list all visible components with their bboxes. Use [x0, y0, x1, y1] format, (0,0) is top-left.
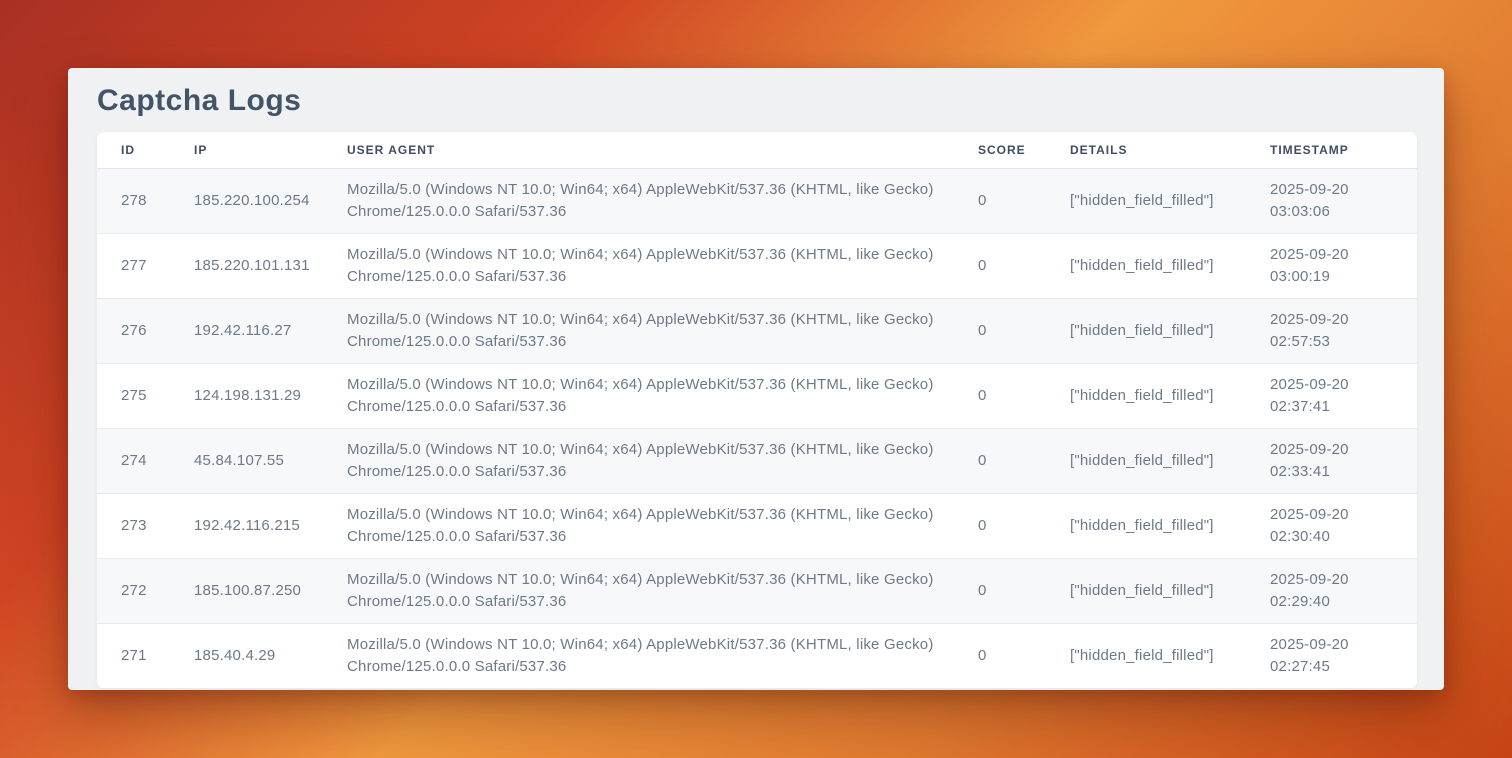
column-header-details: DETAILS — [1070, 143, 1270, 157]
cell-id: 271 — [121, 645, 194, 667]
cell-user-agent: Mozilla/5.0 (Windows NT 10.0; Win64; x64… — [347, 244, 978, 288]
table-row: 275 124.198.131.29 Mozilla/5.0 (Windows … — [97, 364, 1417, 429]
cell-user-agent: Mozilla/5.0 (Windows NT 10.0; Win64; x64… — [347, 634, 978, 678]
cell-details: ["hidden_field_filled"] — [1070, 320, 1270, 342]
cell-timestamp: 2025-09-20 02:33:41 — [1270, 439, 1393, 483]
cell-ip: 185.100.87.250 — [194, 580, 347, 602]
cell-timestamp: 2025-09-20 02:29:40 — [1270, 569, 1393, 613]
cell-timestamp: 2025-09-20 03:03:06 — [1270, 179, 1393, 223]
cell-id: 274 — [121, 450, 194, 472]
cell-timestamp: 2025-09-20 02:37:41 — [1270, 374, 1393, 418]
cell-id: 277 — [121, 255, 194, 277]
cell-user-agent: Mozilla/5.0 (Windows NT 10.0; Win64; x64… — [347, 179, 978, 223]
cell-details: ["hidden_field_filled"] — [1070, 385, 1270, 407]
column-header-score: SCORE — [978, 143, 1070, 157]
cell-user-agent: Mozilla/5.0 (Windows NT 10.0; Win64; x64… — [347, 309, 978, 353]
app-background: Captcha Logs ID IP USER AGENT SCORE DETA… — [0, 0, 1512, 758]
cell-details: ["hidden_field_filled"] — [1070, 190, 1270, 212]
cell-score: 0 — [978, 255, 1070, 277]
cell-ip: 185.40.4.29 — [194, 645, 347, 667]
column-header-id: ID — [121, 143, 194, 157]
table-row: 277 185.220.101.131 Mozilla/5.0 (Windows… — [97, 234, 1417, 299]
cell-score: 0 — [978, 645, 1070, 667]
cell-timestamp: 2025-09-20 02:57:53 — [1270, 309, 1393, 353]
cell-id: 273 — [121, 515, 194, 537]
cell-details: ["hidden_field_filled"] — [1070, 580, 1270, 602]
logs-table: ID IP USER AGENT SCORE DETAILS TIMESTAMP… — [97, 132, 1417, 689]
cell-details: ["hidden_field_filled"] — [1070, 515, 1270, 537]
cell-user-agent: Mozilla/5.0 (Windows NT 10.0; Win64; x64… — [347, 374, 978, 418]
column-header-ip: IP — [194, 143, 347, 157]
cell-user-agent: Mozilla/5.0 (Windows NT 10.0; Win64; x64… — [347, 569, 978, 613]
cell-id: 278 — [121, 190, 194, 212]
column-header-user-agent: USER AGENT — [347, 143, 978, 157]
cell-id: 276 — [121, 320, 194, 342]
cell-id: 272 — [121, 580, 194, 602]
cell-details: ["hidden_field_filled"] — [1070, 255, 1270, 277]
table-row: 271 185.40.4.29 Mozilla/5.0 (Windows NT … — [97, 624, 1417, 689]
cell-score: 0 — [978, 385, 1070, 407]
table-header: ID IP USER AGENT SCORE DETAILS TIMESTAMP — [97, 132, 1417, 169]
column-header-timestamp: TIMESTAMP — [1270, 143, 1393, 157]
cell-score: 0 — [978, 320, 1070, 342]
cell-timestamp: 2025-09-20 02:27:45 — [1270, 634, 1393, 678]
cell-ip: 185.220.100.254 — [194, 190, 347, 212]
cell-score: 0 — [978, 580, 1070, 602]
cell-ip: 45.84.107.55 — [194, 450, 347, 472]
cell-timestamp: 2025-09-20 02:30:40 — [1270, 504, 1393, 548]
table-row: 273 192.42.116.215 Mozilla/5.0 (Windows … — [97, 494, 1417, 559]
cell-id: 275 — [121, 385, 194, 407]
cell-ip: 185.220.101.131 — [194, 255, 347, 277]
cell-score: 0 — [978, 450, 1070, 472]
table-row: 278 185.220.100.254 Mozilla/5.0 (Windows… — [97, 169, 1417, 234]
table-row: 276 192.42.116.27 Mozilla/5.0 (Windows N… — [97, 299, 1417, 364]
cell-ip: 192.42.116.27 — [194, 320, 347, 342]
cell-details: ["hidden_field_filled"] — [1070, 450, 1270, 472]
table-row: 274 45.84.107.55 Mozilla/5.0 (Windows NT… — [97, 429, 1417, 494]
cell-ip: 192.42.116.215 — [194, 515, 347, 537]
captcha-logs-panel: Captcha Logs ID IP USER AGENT SCORE DETA… — [68, 68, 1444, 690]
cell-user-agent: Mozilla/5.0 (Windows NT 10.0; Win64; x64… — [347, 439, 978, 483]
cell-timestamp: 2025-09-20 03:00:19 — [1270, 244, 1393, 288]
cell-details: ["hidden_field_filled"] — [1070, 645, 1270, 667]
page-title: Captcha Logs — [97, 83, 1415, 119]
cell-score: 0 — [978, 190, 1070, 212]
cell-ip: 124.198.131.29 — [194, 385, 347, 407]
table-row: 272 185.100.87.250 Mozilla/5.0 (Windows … — [97, 559, 1417, 624]
cell-score: 0 — [978, 515, 1070, 537]
cell-user-agent: Mozilla/5.0 (Windows NT 10.0; Win64; x64… — [347, 504, 978, 548]
table-body: 278 185.220.100.254 Mozilla/5.0 (Windows… — [97, 169, 1417, 689]
